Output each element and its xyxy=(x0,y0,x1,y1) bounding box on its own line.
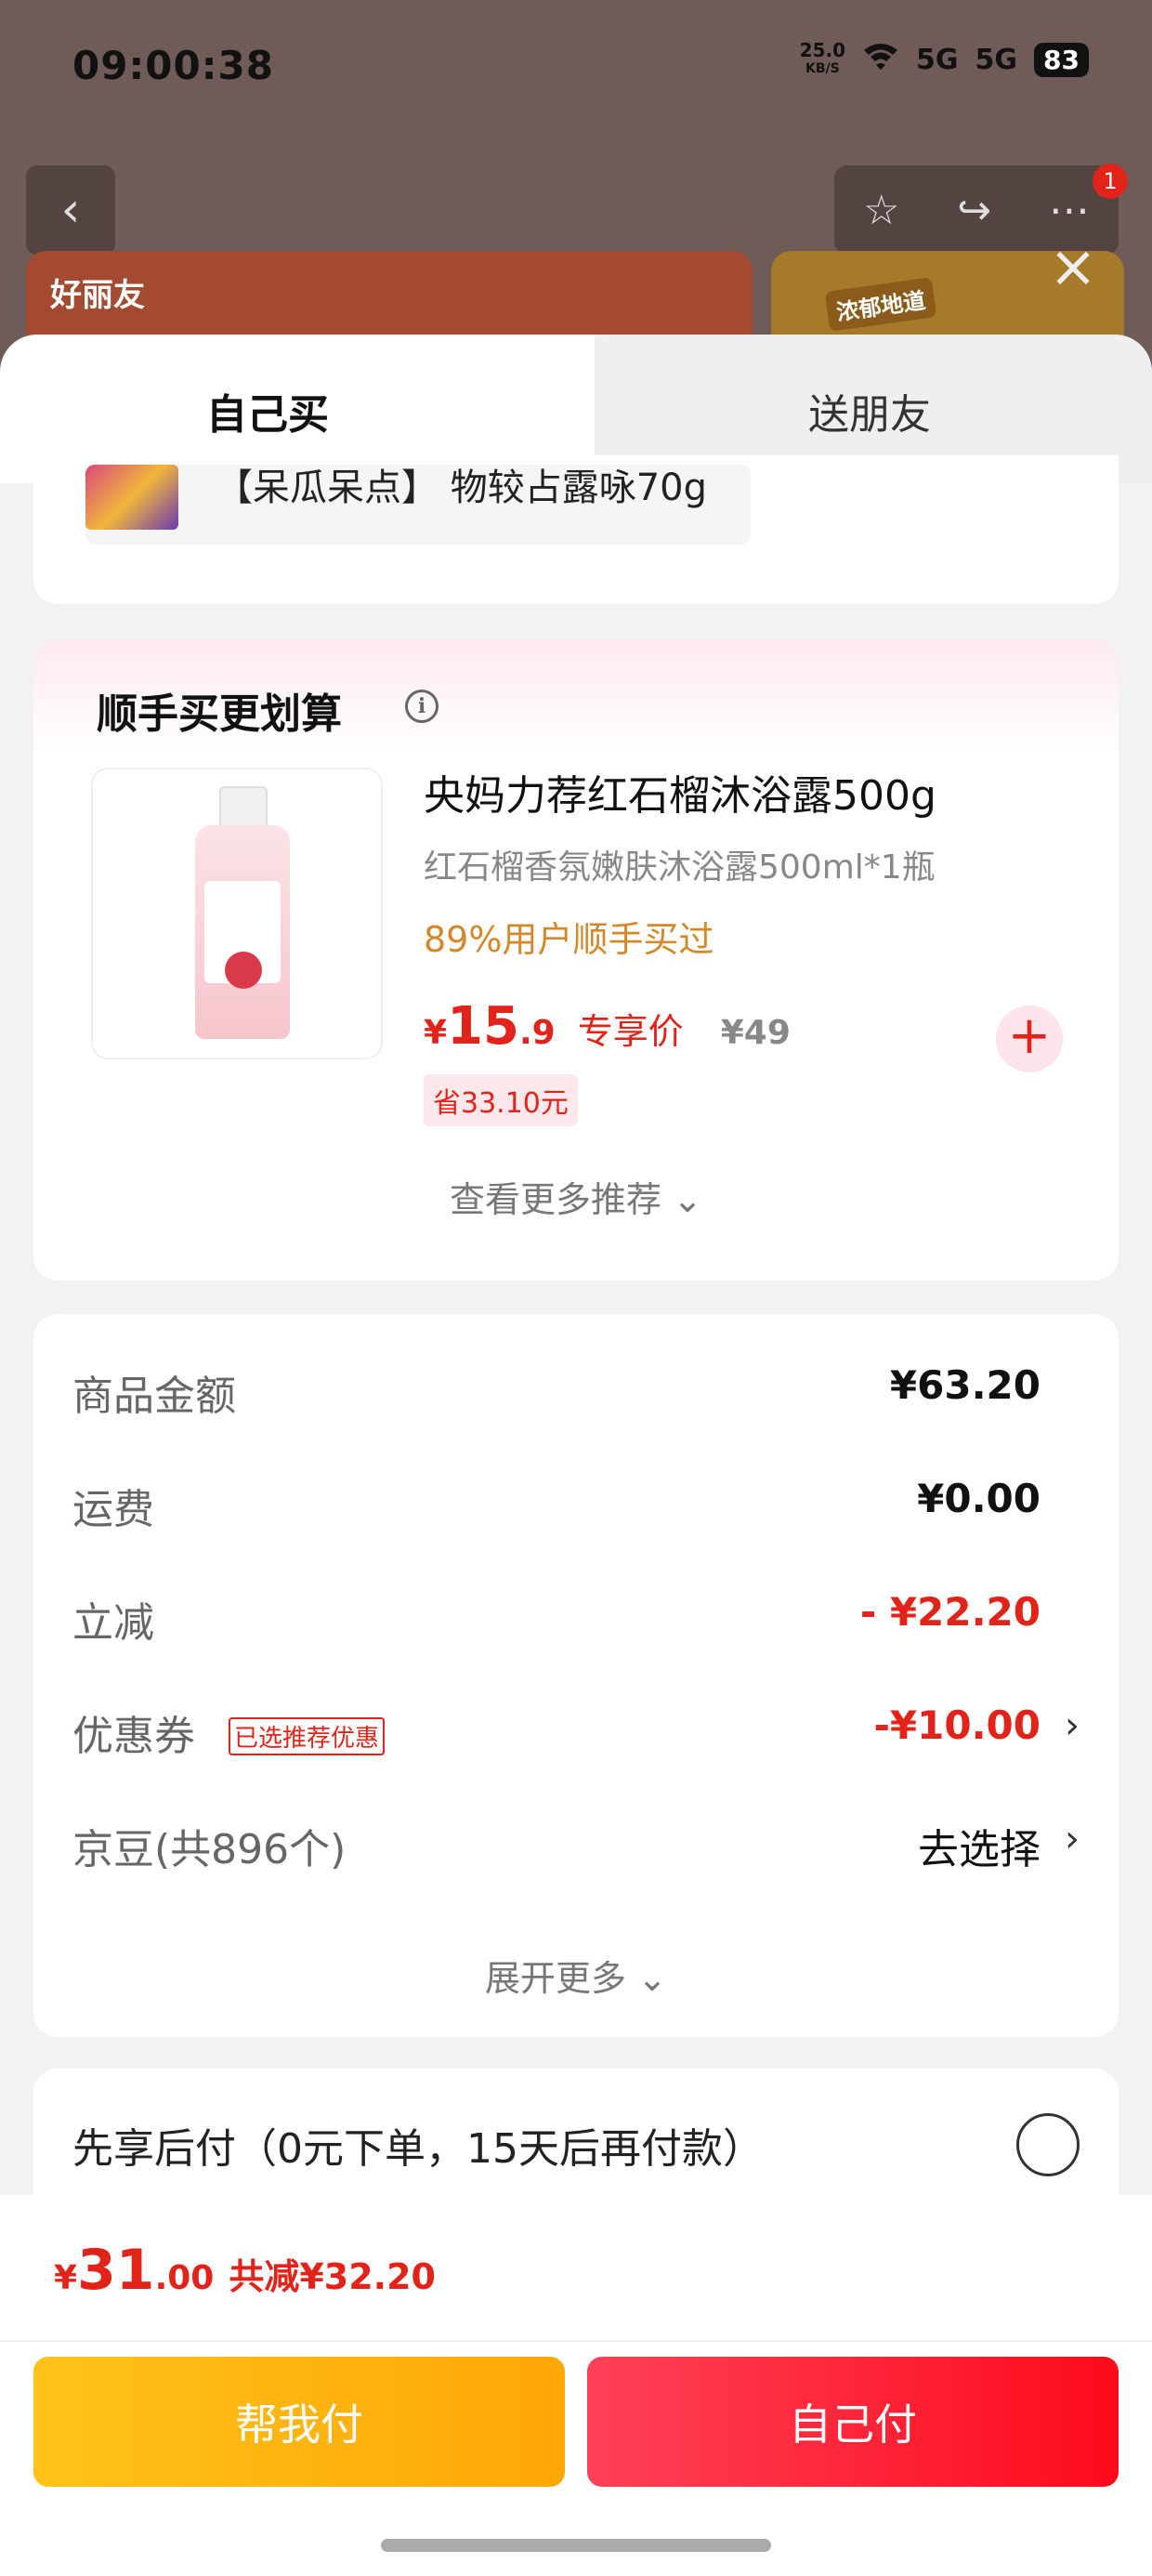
status-bar: 09:00:38 25.0 KB/S 5G 5G 83 xyxy=(0,0,1152,139)
coupon-selected-tag: 已选推荐优惠 xyxy=(229,1717,386,1755)
savings-badge: 省33.10元 xyxy=(424,1074,578,1126)
pay-later-radio[interactable] xyxy=(1016,2113,1080,2176)
add-to-order-button[interactable]: + xyxy=(996,1005,1063,1072)
total-savings: 共减¥32.20 xyxy=(229,2256,436,2297)
pay-myself-button[interactable]: 自己付 xyxy=(587,2357,1119,2487)
order-item-thumbnail xyxy=(85,465,178,530)
recommendation-card: 顺手买更划算 i 央妈力荐红石榴沐浴露500g 红石榴香氛嫩肤沐浴露500ml*… xyxy=(33,639,1119,1281)
jd-beans-row[interactable]: 京豆(共896个) 去选择 › xyxy=(72,1807,1080,1881)
status-time: 09:00:38 xyxy=(72,43,274,88)
total-price: ¥ 31 .00 共减¥32.20 xyxy=(54,2238,436,2303)
chevron-left-icon: ‹ xyxy=(60,182,81,238)
order-item-card: 【呆瓜呆点】 物较占露咏70g xyxy=(33,455,1119,604)
close-icon[interactable]: × xyxy=(1044,238,1102,296)
signal-5g-2: 5G xyxy=(975,43,1018,76)
chevron-right-icon: › xyxy=(1065,1818,1080,1860)
plus-icon: + xyxy=(1007,1005,1052,1066)
price-summary-card: 商品金额 ¥63.20 运费 ¥0.00 立减 - ¥22.20 优惠券 已选推… xyxy=(33,1314,1119,2037)
status-indicators: 25.0 KB/S 5G 5G 83 xyxy=(800,41,1089,78)
expand-more-link[interactable]: 展开更多 ⌄ xyxy=(33,1950,1119,2001)
banner-tag: 浓郁地道 xyxy=(824,277,937,332)
chevron-right-icon: › xyxy=(1065,1704,1080,1747)
share-icon[interactable]: ↪ xyxy=(957,187,991,234)
coupon-row[interactable]: 优惠券 已选推荐优惠 -¥10.00 › xyxy=(72,1693,1080,1768)
recommendation-title: 顺手买更划算 xyxy=(97,690,342,738)
help-me-pay-button[interactable]: 帮我付 xyxy=(33,2357,565,2487)
product-popularity: 89%用户顺手买过 xyxy=(424,919,714,960)
more-recommendations-link[interactable]: 查看更多推荐 ⌄ xyxy=(33,1171,1119,1222)
divider xyxy=(0,2340,1152,2342)
home-indicator[interactable] xyxy=(381,2539,771,2552)
signal-5g-1: 5G xyxy=(916,43,959,76)
shipping-row: 运费 ¥0.00 xyxy=(72,1476,1041,1533)
brand-logo: 好丽友 xyxy=(50,277,145,314)
back-button[interactable]: ‹ xyxy=(26,165,115,255)
product-subtitle: 红石榴香氛嫩肤沐浴露500ml*1瓶 xyxy=(424,848,936,887)
pay-later-label: 先享后付（0元下单，15天后再付款） xyxy=(72,2125,764,2173)
more-icon[interactable]: ⋯ xyxy=(1049,187,1090,234)
goods-amount-row: 商品金额 ¥63.20 xyxy=(72,1362,1041,1420)
exclusive-price-label: 专享价 xyxy=(577,1011,684,1052)
product-name[interactable]: 央妈力荐红石榴沐浴露500g xyxy=(424,762,936,821)
original-price: ¥49 xyxy=(720,1014,791,1052)
wifi-icon xyxy=(862,41,899,78)
order-item[interactable]: 【呆瓜呆点】 物较占露咏70g xyxy=(85,465,751,545)
discount-row: 立减 - ¥22.20 xyxy=(72,1589,1041,1647)
checkout-bar: ¥ 31 .00 共减¥32.20 帮我付 自己付 xyxy=(0,2195,1152,2576)
product-price: ¥ 15 .9 专享价 ¥49 xyxy=(424,996,791,1057)
network-speed: 25.0 KB/S xyxy=(799,39,846,76)
notification-badge: 1 xyxy=(1093,164,1128,199)
product-image[interactable] xyxy=(91,768,383,1059)
info-icon[interactable]: i xyxy=(405,690,439,723)
battery-indicator: 83 xyxy=(1034,42,1089,77)
order-item-name: 【呆瓜呆点】 物较占露咏70g xyxy=(216,467,708,509)
star-icon[interactable]: ☆ xyxy=(863,187,899,234)
